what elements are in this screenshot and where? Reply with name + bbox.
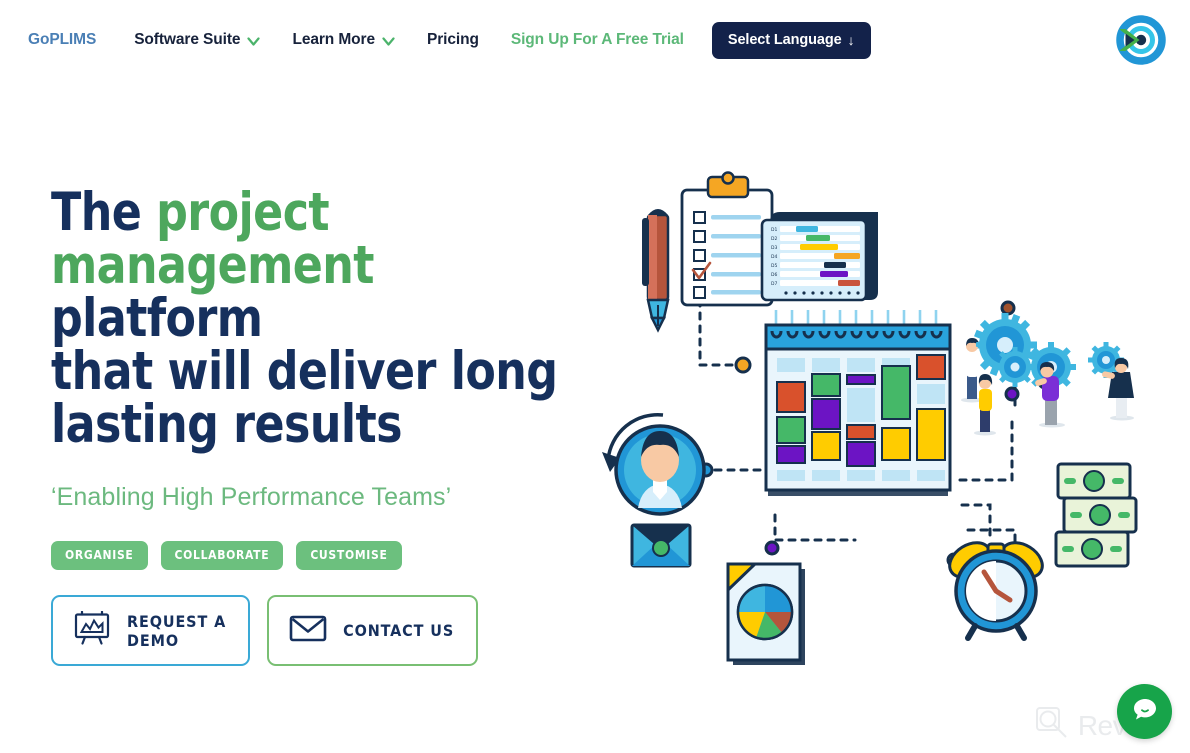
project-management-illustration: D1 D2 D3 D4 D5 D6 D7 bbox=[590, 160, 1160, 690]
nav-item-label: Software Suite bbox=[134, 31, 241, 48]
svg-text:D6: D6 bbox=[771, 272, 777, 278]
svg-text:D4: D4 bbox=[771, 254, 777, 260]
svg-text:D2: D2 bbox=[771, 236, 777, 242]
headline-part: lasting results bbox=[51, 394, 403, 455]
nav-item-label: Pricing bbox=[427, 31, 479, 48]
nav-item-software-suite[interactable]: Software Suite bbox=[134, 25, 261, 55]
svg-text:D7: D7 bbox=[771, 281, 777, 287]
nav-item-label: GoPLIMS bbox=[28, 31, 97, 48]
main-navigation: GoPLIMS Software Suite Learn More Pricin… bbox=[28, 20, 871, 60]
fountain-pen-icon bbox=[642, 209, 670, 333]
connector-node bbox=[1004, 386, 1020, 402]
connector-node bbox=[1000, 300, 1016, 316]
hero-content: The project management platform that will … bbox=[51, 186, 611, 666]
request-demo-button[interactable]: REQUEST A DEMO bbox=[51, 595, 251, 666]
nav-item-label: Learn More bbox=[292, 31, 376, 48]
headline-part: that will deliver long bbox=[51, 341, 558, 402]
nav-item-free-trial[interactable]: Sign Up For A Free Trial bbox=[511, 25, 684, 55]
headline-part: platform bbox=[51, 288, 263, 349]
svg-text:D3: D3 bbox=[771, 245, 777, 251]
site-header: GoPLIMS Software Suite Learn More Pricin… bbox=[0, 0, 1190, 80]
contact-us-button[interactable]: CONTACT US bbox=[267, 595, 479, 666]
money-stack-icon bbox=[1054, 462, 1138, 568]
chat-bubble-icon bbox=[1130, 694, 1160, 729]
revain-logo-icon bbox=[1035, 706, 1069, 745]
envelope-icon bbox=[289, 613, 327, 648]
presentation-chart-icon bbox=[73, 610, 111, 650]
goplims-logo[interactable] bbox=[1112, 12, 1168, 68]
headline-part: The bbox=[51, 182, 157, 243]
request-demo-label: REQUEST A DEMO bbox=[127, 611, 227, 650]
nav-item-goplims[interactable]: GoPLIMS bbox=[28, 25, 96, 55]
select-language-button[interactable]: Select Language ↓ bbox=[711, 21, 871, 59]
clipboard-checklist-icon bbox=[680, 171, 774, 307]
arrow-down-icon: ↓ bbox=[847, 31, 855, 48]
alarm-clock-icon bbox=[948, 541, 1044, 641]
badge-customise[interactable]: CUSTOMISE bbox=[296, 541, 402, 570]
headline-part-green: management bbox=[51, 235, 375, 296]
page-root: GoPLIMS Software Suite Learn More Pricin… bbox=[0, 0, 1190, 753]
headline-part-green: project bbox=[156, 182, 330, 243]
badge-collaborate[interactable]: COLLABORATE bbox=[160, 541, 284, 570]
nav-item-pricing[interactable]: Pricing bbox=[427, 25, 479, 55]
pie-chart-document-icon bbox=[726, 562, 805, 665]
connector-node bbox=[734, 356, 752, 374]
hero-subtitle: ‘Enabling High Performance Teams’ bbox=[51, 483, 452, 511]
user-avatar-icon bbox=[602, 412, 706, 516]
chevron-down-icon bbox=[382, 35, 395, 48]
svg-text:D1: D1 bbox=[771, 227, 777, 233]
cta-buttons: REQUEST A DEMO CONTACT US bbox=[51, 570, 611, 666]
connector-node bbox=[764, 540, 780, 556]
gantt-chart-board-icon: D1 D2 D3 D4 D5 D6 D7 bbox=[760, 212, 878, 302]
chevron-down-icon bbox=[247, 35, 261, 48]
live-chat-button[interactable] bbox=[1117, 684, 1172, 739]
feature-badges: ORGANISE COLLABORATE CUSTOMISE bbox=[51, 512, 611, 570]
email-envelope-icon bbox=[630, 523, 692, 568]
svg-text:D5: D5 bbox=[771, 263, 777, 269]
nav-item-learn-more[interactable]: Learn More bbox=[292, 25, 395, 55]
contact-us-label: CONTACT US bbox=[343, 621, 455, 640]
wall-calendar-icon bbox=[764, 310, 952, 496]
page-title: The project management platform that will … bbox=[51, 186, 572, 451]
gears-and-people-icon bbox=[961, 313, 1134, 436]
badge-organise[interactable]: ORGANISE bbox=[51, 541, 148, 570]
select-language-label: Select Language bbox=[727, 31, 842, 48]
nav-item-label: Sign Up For A Free Trial bbox=[510, 31, 684, 48]
